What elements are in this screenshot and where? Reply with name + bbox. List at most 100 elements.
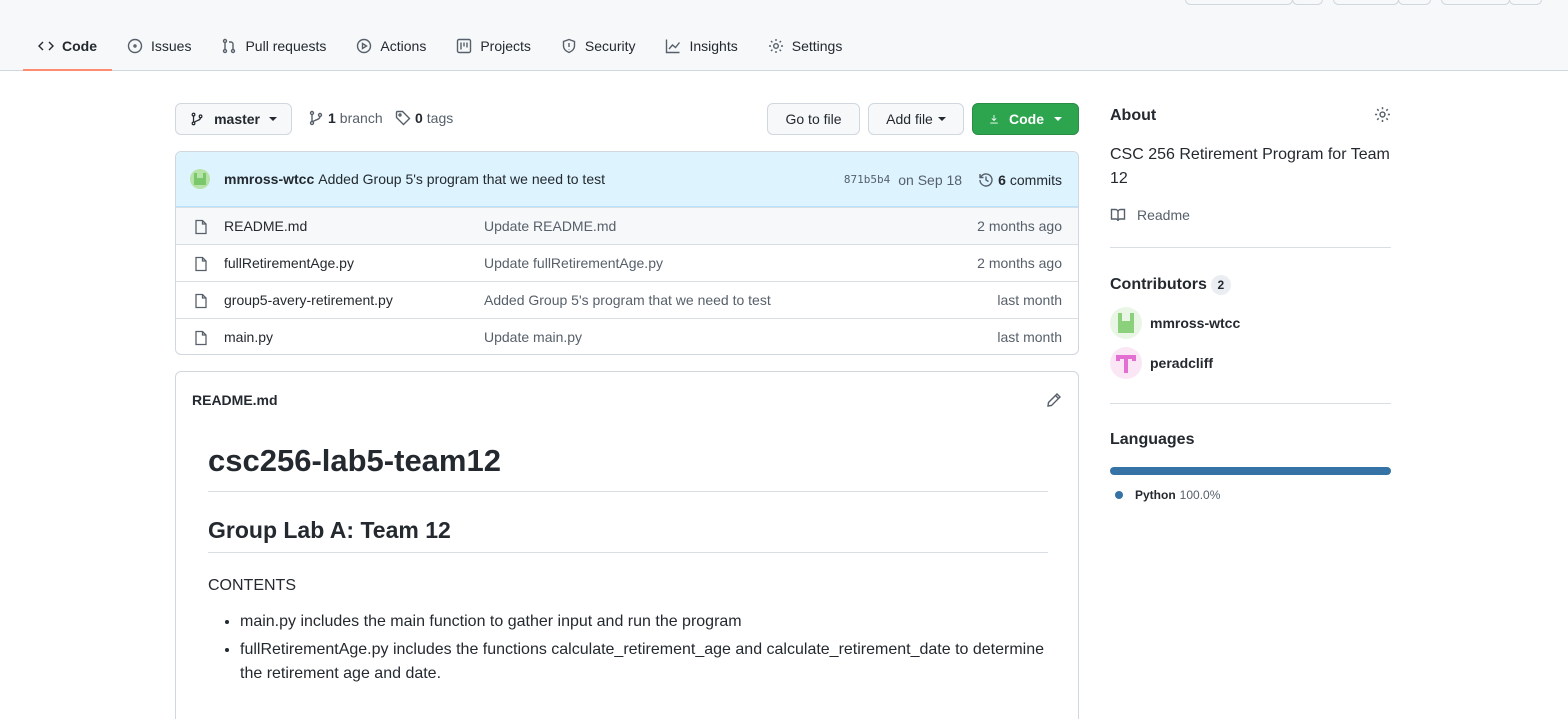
commit-count: 6 — [998, 171, 1006, 188]
readme-link[interactable]: Readme — [1110, 207, 1391, 223]
add-file-button[interactable]: Add file — [868, 103, 964, 135]
branch-label: branch — [339, 110, 383, 126]
avatar[interactable] — [190, 169, 210, 189]
watch-dropdown-fragment[interactable] — [1292, 0, 1323, 5]
commits-history-link[interactable]: 6 commits — [978, 172, 1062, 188]
go-to-file-button[interactable]: Go to file — [767, 103, 860, 135]
file-browser: mmross-wtcc Added Group 5's program that… — [175, 151, 1079, 355]
file-commit-message[interactable]: Added Group 5's program that we need to … — [484, 292, 771, 308]
file-icon — [193, 256, 209, 272]
code-icon — [38, 41, 54, 51]
file-age: 2 months ago — [977, 218, 1062, 234]
contributor-item[interactable]: mmross-wtcc — [1110, 307, 1391, 339]
chevron-down-icon — [937, 117, 946, 121]
tab-projects[interactable]: Projects — [441, 26, 546, 66]
tag-icon — [395, 110, 411, 126]
tab-issues[interactable]: Issues — [112, 26, 206, 66]
file-row[interactable]: group5-avery-retirement.py Added Group 5… — [176, 281, 1078, 318]
chevron-down-icon — [1054, 117, 1062, 121]
code-button[interactable]: Code — [972, 103, 1079, 135]
avatar — [1110, 347, 1142, 379]
file-age: last month — [997, 292, 1062, 308]
tab-code[interactable]: Code — [23, 26, 112, 71]
readme-panel: README.md csc256-lab5-team12 Group Lab A… — [175, 371, 1079, 719]
commit-label: commits — [1009, 171, 1062, 188]
tab-label: Security — [584, 38, 636, 54]
branch-count: 1 — [328, 110, 336, 126]
tab-label: Projects — [480, 38, 531, 54]
tab-pull-requests[interactable]: Pull requests — [206, 26, 341, 66]
branches-link[interactable]: 1 branch — [308, 110, 383, 126]
latest-commit-bar: mmross-wtcc Added Group 5's program that… — [176, 152, 1078, 207]
branch-select-button[interactable]: master — [175, 103, 292, 135]
readme-contents-label: CONTENTS — [208, 576, 296, 594]
code-button-label: Code — [1009, 111, 1044, 127]
about-title: About — [1110, 107, 1157, 124]
repo-nav: Code Issues Pull requests Actions Projec… — [23, 26, 857, 71]
tab-label: Pull requests — [245, 38, 327, 54]
repo-sidebar: About CSC 256 Retirement Program for Tea… — [1110, 100, 1391, 502]
readme-heading: csc256-lab5-team12 — [208, 442, 1048, 492]
file-name[interactable]: main.py — [224, 329, 273, 345]
commit-author[interactable]: mmross-wtcc — [224, 171, 314, 187]
divider — [1110, 403, 1391, 404]
file-row[interactable]: README.md Update README.md 2 months ago — [176, 207, 1078, 244]
tab-label: Code — [62, 38, 97, 54]
add-file-label: Add file — [886, 111, 933, 127]
file-name[interactable]: README.md — [224, 218, 307, 234]
chevron-down-icon — [269, 117, 277, 121]
file-commit-message[interactable]: Update README.md — [484, 218, 616, 234]
file-age: 2 months ago — [977, 255, 1062, 271]
star-button-fragment[interactable] — [1441, 0, 1510, 5]
commit-message[interactable]: Added Group 5's program that we need to … — [318, 171, 605, 187]
star-dropdown-fragment[interactable] — [1509, 0, 1542, 5]
contributor-item[interactable]: peradcliff — [1110, 347, 1391, 379]
file-icon — [193, 219, 209, 235]
readme-content: csc256-lab5-team12 Group Lab A: Team 12 … — [208, 442, 1048, 690]
tab-label: Issues — [151, 38, 192, 54]
book-icon — [1110, 208, 1126, 222]
language-item[interactable]: Python 100.0% — [1110, 488, 1391, 502]
go-to-file-label: Go to file — [785, 111, 842, 127]
file-commit-message[interactable]: Update fullRetirementAge.py — [484, 255, 663, 271]
tab-label: Settings — [791, 38, 843, 54]
fork-button-fragment[interactable] — [1333, 0, 1399, 5]
project-icon — [457, 38, 472, 54]
pencil-icon[interactable] — [1046, 392, 1062, 408]
tab-actions[interactable]: Actions — [341, 26, 441, 66]
commit-meta: 871b5b4 on Sep 18 6 commits — [844, 152, 1062, 207]
branch-name: master — [214, 111, 260, 127]
contributors-title[interactable]: Contributors — [1110, 276, 1207, 294]
languages-title: Languages — [1110, 431, 1195, 448]
tags-link[interactable]: 0 tags — [395, 110, 453, 126]
about-description: CSC 256 Retirement Program for Team 12 — [1110, 146, 1390, 187]
commit-sha[interactable]: 871b5b4 — [844, 173, 890, 186]
contributors-count: 2 — [1210, 275, 1231, 295]
commit-date: on Sep 18 — [898, 171, 963, 188]
contributor-name: mmross-wtcc — [1150, 315, 1241, 331]
history-icon — [979, 172, 993, 187]
file-row[interactable]: main.py Update main.py last month — [176, 318, 1078, 354]
fork-dropdown-fragment[interactable] — [1398, 0, 1431, 5]
file-icon — [193, 293, 209, 309]
watch-button-fragment[interactable] — [1185, 0, 1293, 5]
file-age: last month — [997, 329, 1062, 345]
git-branch-icon — [191, 112, 203, 126]
tab-security[interactable]: Security — [546, 26, 651, 66]
tag-label: tags — [426, 110, 454, 126]
file-name[interactable]: group5-avery-retirement.py — [224, 292, 393, 308]
readme-subheading: Group Lab A: Team 12 — [208, 516, 1048, 553]
language-bar — [1110, 467, 1391, 475]
gear-icon[interactable] — [1374, 106, 1391, 123]
readme-filename[interactable]: README.md — [192, 392, 278, 408]
tag-count: 0 — [415, 110, 423, 126]
file-name[interactable]: fullRetirementAge.py — [224, 255, 354, 271]
python-dot-icon — [1115, 491, 1123, 499]
tab-settings[interactable]: Settings — [753, 26, 858, 66]
file-commit-message[interactable]: Update main.py — [484, 329, 582, 345]
file-row[interactable]: fullRetirementAge.py Update fullRetireme… — [176, 244, 1078, 281]
contributor-name: peradcliff — [1150, 355, 1214, 371]
tab-insights[interactable]: Insights — [650, 26, 752, 66]
divider — [1110, 247, 1391, 248]
readme-list: main.py includes the main function to ga… — [208, 610, 1048, 686]
